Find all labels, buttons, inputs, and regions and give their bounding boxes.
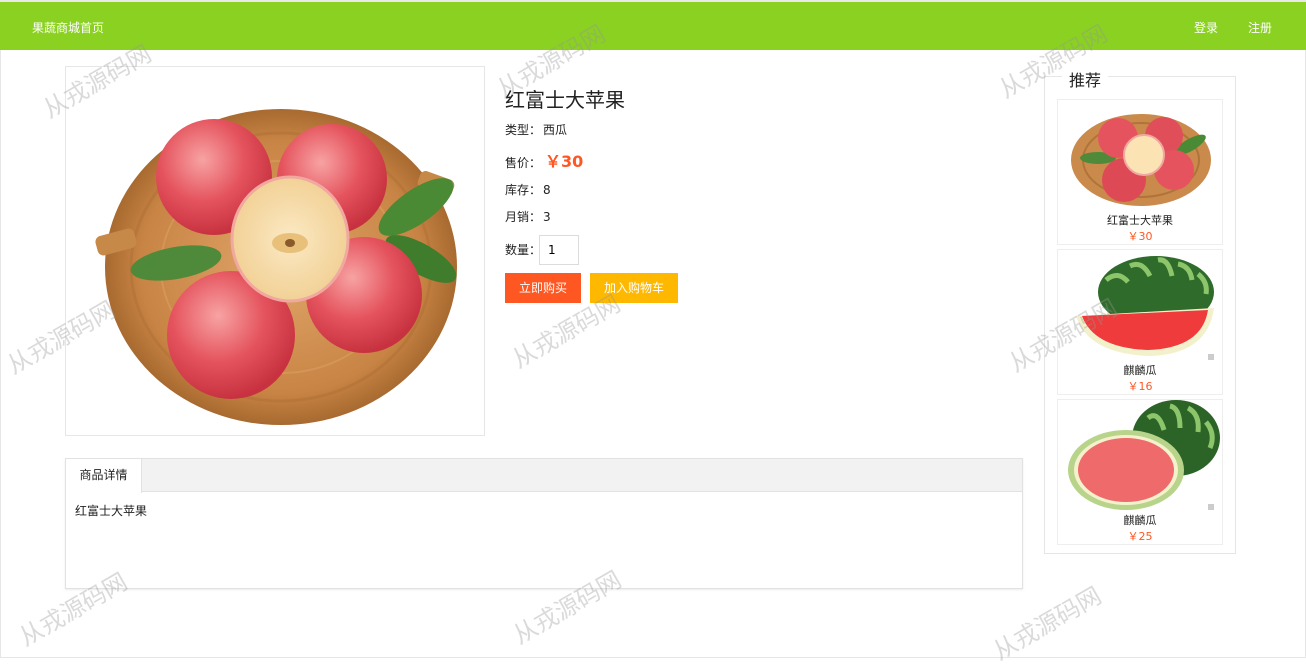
type-value: 西瓜 bbox=[543, 123, 568, 137]
tab-product-details[interactable]: 商品详情 bbox=[66, 459, 142, 493]
stock-value: 8 bbox=[543, 183, 551, 197]
buy-now-button[interactable]: 立即购买 bbox=[505, 273, 582, 303]
recommend-price: ￥16 bbox=[1127, 380, 1153, 393]
register-link[interactable]: 注册 bbox=[1248, 19, 1272, 36]
details-tabs: 商品详情 红富士大苹果 bbox=[65, 458, 1023, 589]
recommend-name: 麒麟瓜 bbox=[1123, 364, 1157, 377]
quantity-label: 数量： bbox=[505, 243, 542, 257]
login-link[interactable]: 登录 bbox=[1194, 19, 1218, 36]
recommend-price: ￥25 bbox=[1127, 530, 1153, 543]
tab-header bbox=[66, 459, 1022, 492]
recommend-card[interactable]: 红富士大苹果 ￥30 bbox=[1057, 99, 1223, 245]
recommend-card[interactable]: 麒麟瓜 ￥16 bbox=[1057, 249, 1223, 395]
product-image bbox=[65, 66, 485, 436]
stock-label: 库存： bbox=[505, 183, 542, 197]
stock-row: 库存： 8 bbox=[505, 181, 551, 198]
type-row: 类型： 西瓜 bbox=[505, 121, 567, 138]
product-info: 红富士大苹果 类型：西瓜 售价：￥30 库存：8 月销：3 数量： 立即购买 加… bbox=[505, 84, 1005, 303]
recommend-card[interactable]: 麒麟瓜 ￥25 bbox=[1057, 399, 1223, 545]
monthly-sales-label: 月销： bbox=[505, 210, 542, 224]
home-link[interactable]: 果蔬商城首页 bbox=[32, 19, 104, 36]
apple-basket-thumbnail bbox=[1071, 114, 1211, 206]
recommend-panel: 推荐 红富士大苹果 ￥30 麒麟瓜 ￥16 麒麟瓜 ￥25 bbox=[1044, 67, 1236, 554]
monthly-sales-row: 月销： 3 bbox=[505, 208, 551, 225]
recommend-price: ￥30 bbox=[1127, 230, 1153, 243]
quantity-row: 数量： bbox=[505, 235, 579, 265]
price-value: ￥30 bbox=[545, 152, 584, 171]
quantity-input[interactable] bbox=[539, 235, 579, 265]
price-label: 售价： bbox=[505, 156, 542, 170]
type-label: 类型： bbox=[505, 123, 542, 137]
recommend-name: 红富士大苹果 bbox=[1107, 214, 1173, 227]
add-to-cart-button[interactable]: 加入购物车 bbox=[590, 273, 679, 303]
price-row: 售价： ￥30 bbox=[505, 148, 583, 172]
recommend-title: 推荐 bbox=[1062, 67, 1109, 91]
top-nav-bar: 果蔬商城首页 登录 注册 bbox=[0, 2, 1306, 50]
recommend-name: 麒麟瓜 bbox=[1123, 514, 1157, 527]
apple-basket-image bbox=[95, 109, 457, 425]
product-details-content: 红富士大苹果 bbox=[75, 504, 148, 518]
watermelon-thumbnail bbox=[1076, 256, 1214, 360]
monthly-sales-value: 3 bbox=[543, 210, 551, 224]
watermelon-thumbnail bbox=[1068, 400, 1220, 510]
product-title: 红富士大苹果 bbox=[505, 88, 625, 112]
